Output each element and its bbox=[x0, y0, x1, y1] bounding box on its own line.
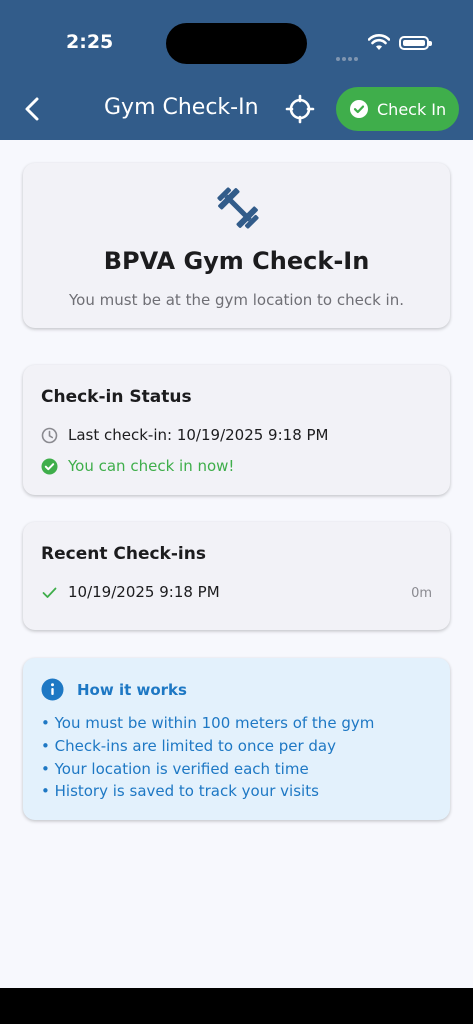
checkin-duration: 0m bbox=[411, 586, 432, 601]
last-checkin-text: Last check-in: 10/19/2025 9:18 PM bbox=[68, 426, 329, 444]
crosshair-icon bbox=[285, 94, 315, 124]
dumbbell-icon bbox=[217, 187, 259, 229]
info-icon bbox=[41, 678, 64, 701]
list-item: 10/19/2025 9:18 PM bbox=[41, 583, 220, 601]
dynamic-island bbox=[166, 23, 307, 64]
status-time: 2:25 bbox=[66, 31, 114, 53]
hero-title: BPVA Gym Check-In bbox=[103, 247, 370, 275]
checkin-status-message: You can check in now! bbox=[68, 457, 235, 475]
how-it-works-card: How it works • You must be within 100 me… bbox=[23, 658, 450, 820]
signal-dots-icon bbox=[336, 46, 362, 61]
list-item: • Your location is verified each time bbox=[41, 760, 309, 778]
back-button[interactable] bbox=[20, 94, 46, 124]
list-item: • You must be within 100 meters of the g… bbox=[41, 714, 375, 732]
checkmark-icon bbox=[42, 587, 57, 598]
checkin-status-card: Check-in Status Last check-in: 10/19/202… bbox=[23, 365, 450, 495]
check-in-button-label: Check In bbox=[377, 99, 447, 119]
chevron-left-icon bbox=[25, 97, 39, 121]
how-it-works-title: How it works bbox=[77, 680, 187, 699]
checkin-datetime: 10/19/2025 9:18 PM bbox=[68, 583, 220, 601]
wifi-icon bbox=[368, 34, 390, 50]
battery-icon bbox=[399, 36, 432, 50]
recent-checkins-card: Recent Check-ins 10/19/2025 9:18 PM 0m bbox=[23, 522, 450, 630]
how-it-works-header: How it works bbox=[41, 678, 187, 701]
last-checkin-row: Last check-in: 10/19/2025 9:18 PM bbox=[41, 426, 329, 444]
check-circle-icon bbox=[350, 100, 368, 118]
check-in-button[interactable]: Check In bbox=[336, 87, 459, 131]
clock-icon bbox=[41, 427, 58, 443]
checkin-availability-row: You can check in now! bbox=[41, 457, 234, 475]
locate-button[interactable] bbox=[284, 93, 316, 125]
hero-card: BPVA Gym Check-In You must be at the gym… bbox=[23, 163, 450, 328]
list-item: • History is saved to track your visits bbox=[41, 782, 319, 800]
bottom-bar bbox=[0, 988, 473, 1024]
list-item: • Check-ins are limited to once per day bbox=[41, 737, 336, 755]
hero-subtitle: You must be at the gym location to check… bbox=[69, 291, 404, 309]
page-title: Gym Check-In bbox=[104, 95, 259, 120]
checkin-status-title: Check-in Status bbox=[41, 387, 192, 407]
check-circle-icon bbox=[41, 458, 58, 474]
app-header: 2:25 Gym Check-In Check In bbox=[0, 0, 473, 140]
recent-checkins-title: Recent Check-ins bbox=[41, 544, 206, 564]
